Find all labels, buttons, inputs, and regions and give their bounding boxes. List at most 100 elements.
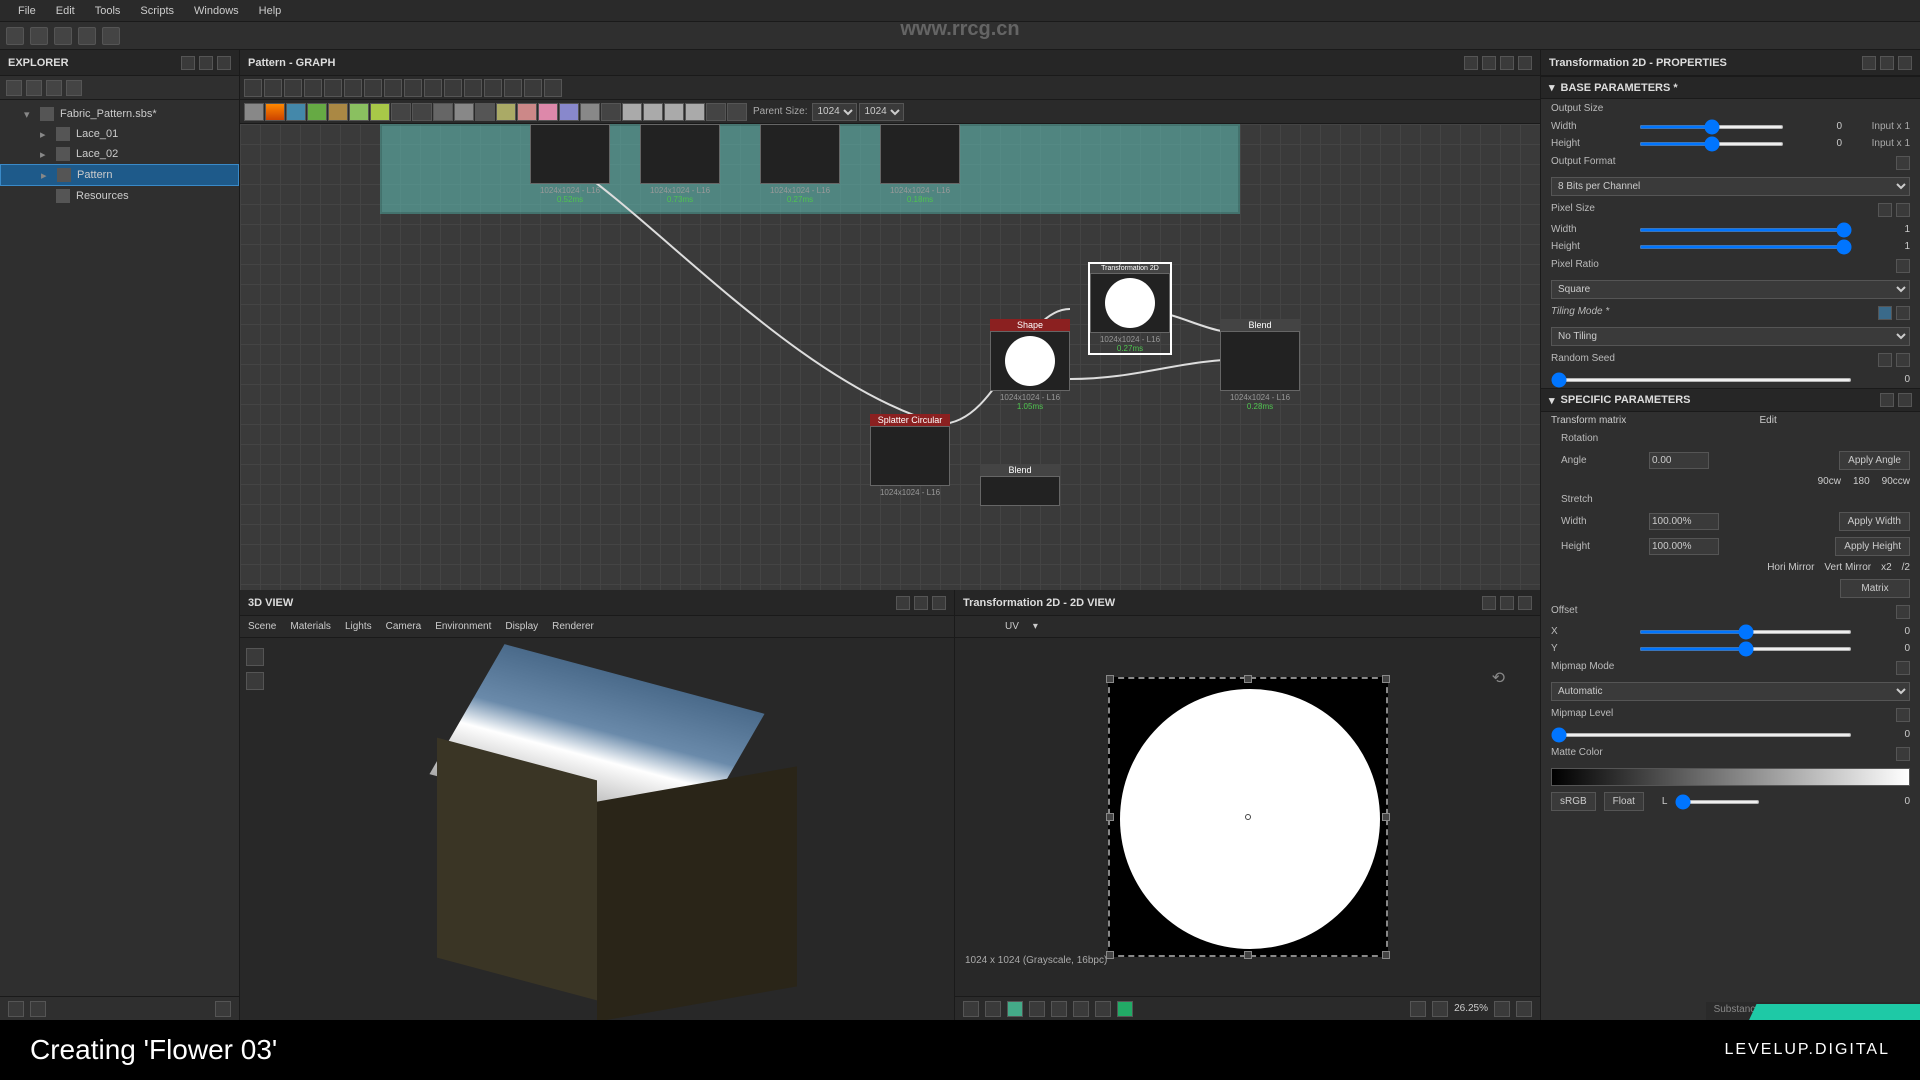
vert-mirror-button[interactable]: Vert Mirror <box>1824 562 1871 573</box>
swatch-svg[interactable] <box>580 103 600 121</box>
snapshot-icon[interactable] <box>284 79 302 97</box>
histogram-icon[interactable] <box>1095 1001 1111 1017</box>
hori-mirror-button[interactable]: Hori Mirror <box>1767 562 1814 573</box>
home-icon[interactable] <box>6 80 22 96</box>
tool-icon[interactable] <box>8 1001 24 1017</box>
menu-scripts[interactable]: Scripts <box>130 5 184 17</box>
checker-icon[interactable] <box>985 1001 1001 1017</box>
float-button[interactable]: Float <box>1604 792 1644 811</box>
mipmap-level-slider[interactable] <box>1551 733 1852 737</box>
tree-root[interactable]: ▾ Fabric_Pattern.sbs* <box>0 104 239 124</box>
close-icon[interactable] <box>1518 596 1532 610</box>
3d-menu-renderer[interactable]: Renderer <box>552 621 594 632</box>
collapse-icon[interactable] <box>66 80 82 96</box>
save-icon[interactable] <box>54 27 72 45</box>
link-icon[interactable] <box>1878 203 1892 217</box>
3d-menu-camera[interactable]: Camera <box>386 621 422 632</box>
swatch-blend[interactable] <box>265 103 285 121</box>
specific-params-header[interactable]: ▾SPECIFIC PARAMETERS <box>1541 388 1920 412</box>
layers-icon[interactable] <box>963 1001 979 1017</box>
menu-tools[interactable]: Tools <box>85 5 131 17</box>
tile-icon[interactable] <box>1051 1001 1067 1017</box>
tool-d-icon[interactable] <box>504 79 522 97</box>
stretch-width-input[interactable] <box>1649 513 1719 530</box>
3d-viewport[interactable] <box>240 638 954 1020</box>
swatch-value[interactable] <box>664 103 684 121</box>
offset-y-slider[interactable] <box>1639 647 1852 651</box>
swatch-normal[interactable] <box>475 103 495 121</box>
node-shape[interactable]: Shape 1024x1024 - L16 1.05ms <box>990 319 1070 411</box>
reset-icon[interactable] <box>1896 661 1910 675</box>
pixel-width-slider[interactable] <box>1639 228 1852 232</box>
node-frame-1[interactable]: 1024x1024 - L16 0.52ms <box>530 124 610 204</box>
camera-icon[interactable] <box>246 648 264 666</box>
swatch-grayscale[interactable] <box>538 103 558 121</box>
srgb-button[interactable]: sRGB <box>1551 792 1596 811</box>
transform-gizmo[interactable] <box>1108 677 1388 957</box>
maximize-icon[interactable] <box>1500 596 1514 610</box>
swatch-sharpen[interactable] <box>349 103 369 121</box>
pin-icon[interactable] <box>181 56 195 70</box>
tree-item-lace-02[interactable]: ▸ Lace_02 <box>0 144 239 164</box>
tool-c-icon[interactable] <box>484 79 502 97</box>
apply-height-button[interactable]: Apply Height <box>1835 537 1910 556</box>
info-icon[interactable] <box>1073 1001 1089 1017</box>
tool-f-icon[interactable] <box>544 79 562 97</box>
3d-menu-display[interactable]: Display <box>505 621 538 632</box>
tree-item-lace-01[interactable]: ▸ Lace_01 <box>0 124 239 144</box>
minimize-icon[interactable] <box>1500 56 1514 70</box>
3d-menu-environment[interactable]: Environment <box>435 621 491 632</box>
new-icon[interactable] <box>6 27 24 45</box>
rotate-handle-icon[interactable]: ⟲ <box>1492 668 1505 688</box>
reset-icon[interactable] <box>1896 605 1910 619</box>
random-icon[interactable] <box>1878 353 1892 367</box>
swatch-emboss[interactable] <box>454 103 474 121</box>
menu-file[interactable]: File <box>8 5 46 17</box>
swatch-output[interactable] <box>727 103 747 121</box>
swatch-hsl[interactable] <box>517 103 537 121</box>
output-format-select[interactable]: 8 Bits per Channel <box>1551 177 1910 196</box>
expand-icon[interactable] <box>46 80 62 96</box>
node-transform2d[interactable]: Transformation 2D 1024x1024 - L16 0.27ms <box>1090 264 1170 353</box>
base-params-header[interactable]: ▾BASE PARAMETERS * <box>1541 76 1920 99</box>
close-icon[interactable] <box>217 56 231 70</box>
random-icon[interactable] <box>324 79 342 97</box>
swatch-distance[interactable] <box>622 103 642 121</box>
apply-width-button[interactable]: Apply Width <box>1839 512 1910 531</box>
fit-icon[interactable] <box>1410 1001 1426 1017</box>
apply-angle-button[interactable]: Apply Angle <box>1839 451 1910 470</box>
matrix-button[interactable]: Matrix <box>1840 579 1910 598</box>
frame-icon[interactable] <box>384 79 402 97</box>
open-icon[interactable] <box>30 27 48 45</box>
expose-icon[interactable] <box>1880 393 1894 407</box>
swatch-pixel[interactable] <box>643 103 663 121</box>
rotate-90ccw-button[interactable]: 90ccw <box>1882 476 1910 487</box>
swatch-warp[interactable] <box>391 103 411 121</box>
pin-icon[interactable] <box>1482 596 1496 610</box>
lock-icon[interactable] <box>1516 1001 1532 1017</box>
stretch-height-input[interactable] <box>1649 538 1719 555</box>
close-icon[interactable] <box>1518 56 1532 70</box>
swatch-uniform[interactable] <box>244 103 264 121</box>
pin-icon[interactable] <box>1464 56 1478 70</box>
3d-menu-materials[interactable]: Materials <box>290 621 331 632</box>
settings-icon[interactable] <box>215 1001 231 1017</box>
output-width-slider[interactable] <box>1639 125 1784 129</box>
reset-icon[interactable] <box>1896 708 1910 722</box>
swatch-levels[interactable] <box>307 103 327 121</box>
edit-link[interactable]: Edit <box>1759 415 1776 426</box>
reset-icon[interactable] <box>1896 353 1910 367</box>
angle-input[interactable] <box>1649 452 1709 469</box>
output-height-slider[interactable] <box>1639 142 1784 146</box>
offset-x-slider[interactable] <box>1639 630 1852 634</box>
maximize-icon[interactable] <box>1880 56 1894 70</box>
center-icon[interactable] <box>1432 1001 1448 1017</box>
3d-menu-scene[interactable]: Scene <box>248 621 276 632</box>
override-icon[interactable] <box>1878 306 1892 320</box>
swatch-channels[interactable] <box>496 103 516 121</box>
swatch-curve[interactable] <box>328 103 348 121</box>
swatch-dirwarp[interactable] <box>412 103 432 121</box>
pin-icon[interactable] <box>1862 56 1876 70</box>
reset-icon[interactable] <box>1896 259 1910 273</box>
sphere-icon[interactable] <box>424 79 442 97</box>
